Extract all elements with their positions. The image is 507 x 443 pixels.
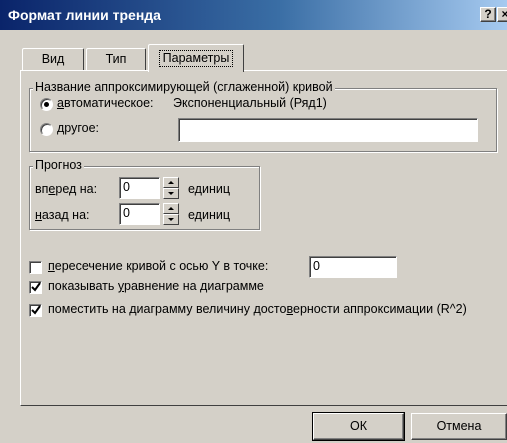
show-equation-label[interactable]: показывать уравнение на диаграмме [48,279,264,293]
auto-name-label[interactable]: автоматическое: [57,96,154,110]
forward-spin-down[interactable] [163,188,179,199]
cancel-button[interactable]: Отмена [411,413,507,440]
backward-spin-down[interactable] [163,214,179,225]
other-name-label[interactable]: другое: [57,121,99,135]
ok-button[interactable]: ОК [312,412,405,441]
arrow-up-icon [168,181,174,184]
auto-name-value: Экспоненциальный (Ряд1) [173,96,327,110]
curve-name-legend: Название аппроксимирующей (сглаженной) к… [33,80,335,94]
help-button[interactable]: ? [480,7,496,22]
arrow-down-icon [168,192,174,195]
backward-spin-up[interactable] [163,203,179,214]
arrow-down-icon [168,218,174,221]
title-bar: Формат линии тренда ? × [0,0,507,30]
tab-parameters-label: Параметры [158,50,234,67]
forecast-legend: Прогноз [33,158,84,172]
forward-units: единиц [188,182,230,196]
backward-spinner[interactable] [163,203,179,225]
auto-name-radio[interactable] [40,98,53,111]
intercept-checkbox[interactable] [29,261,42,274]
other-name-input[interactable] [178,118,478,142]
tab-view[interactable]: Вид [22,48,84,70]
backward-input[interactable]: 0 [119,203,160,225]
arrow-up-icon [168,207,174,210]
tab-panel-parameters: Название аппроксимирующей (сглаженной) к… [20,70,507,406]
check-icon [31,305,41,315]
show-equation-checkbox[interactable] [29,281,42,294]
check-icon [31,282,41,292]
window-title: Формат линии тренда [8,7,161,23]
intercept-input[interactable]: 0 [309,256,397,278]
other-name-radio[interactable] [40,123,53,136]
backward-units: единиц [188,208,230,222]
close-button[interactable]: × [497,7,507,22]
show-r2-checkbox[interactable] [29,304,42,317]
forward-label: вперед на: [35,182,98,196]
forward-spinner[interactable] [163,177,179,199]
tab-type[interactable]: Тип [86,48,146,70]
tab-parameters[interactable]: Параметры [148,44,244,72]
forward-spin-up[interactable] [163,177,179,188]
show-r2-label[interactable]: поместить на диаграмму величину достовер… [48,302,467,316]
forward-input[interactable]: 0 [119,177,160,199]
intercept-label[interactable]: пересечение кривой с осью Y в точке: [48,259,268,273]
backward-label: назад на: [35,208,90,222]
